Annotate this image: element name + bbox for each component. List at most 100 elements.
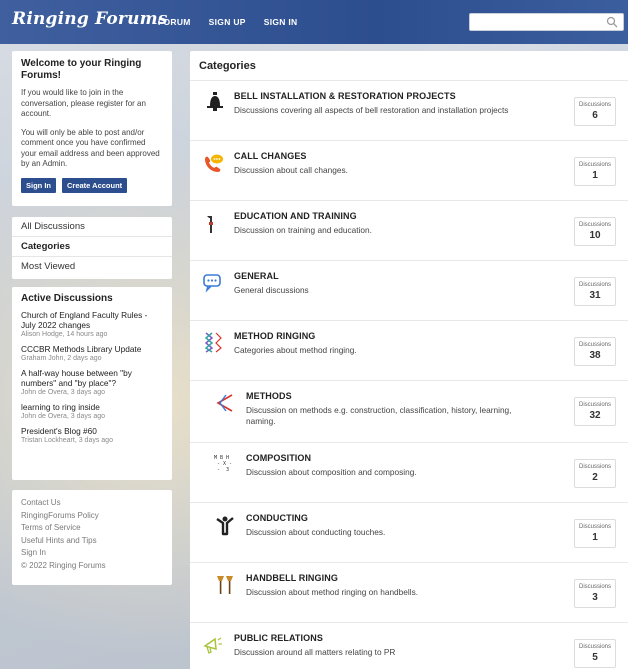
sign-in-button[interactable]: Sign In bbox=[21, 177, 56, 193]
category-row[interactable]: GENERAL General discussions Discussions … bbox=[190, 260, 628, 320]
copyright-text: © 2022 Ringing Forums bbox=[21, 560, 106, 570]
discussion-link[interactable]: President's Blog #60 bbox=[21, 426, 163, 436]
handbell-icon bbox=[217, 576, 233, 594]
category-row[interactable]: METHOD RINGING Categories about method r… bbox=[190, 320, 628, 380]
discussion-count-badge: Discussions 32 bbox=[574, 397, 616, 426]
discussion-count-label: Discussions bbox=[578, 644, 611, 650]
nav-sign-up[interactable]: SIGN UP bbox=[209, 17, 246, 27]
search-icon[interactable] bbox=[606, 16, 618, 28]
site-logo[interactable]: Ringing Forums bbox=[12, 9, 168, 29]
category-description: Discussion about call changes. bbox=[234, 165, 348, 175]
category-title[interactable]: BELL INSTALLATION & RESTORATION PROJECTS bbox=[234, 91, 456, 101]
category-description: General discussions bbox=[234, 285, 309, 295]
category-row[interactable]: CALL CHANGES Discussion about call chang… bbox=[190, 140, 628, 200]
sidebar-item-all-discussions[interactable]: All Discussions bbox=[12, 217, 172, 237]
welcome-text-approval: You will only be able to post and/or com… bbox=[21, 127, 160, 169]
sidebar-nav: All Discussions Categories Most Viewed bbox=[12, 217, 172, 279]
nav-sign-in[interactable]: SIGN IN bbox=[264, 17, 298, 27]
discussion-count-badge: Discussions 3 bbox=[574, 579, 616, 608]
footer-link-sign-in[interactable]: Sign In bbox=[21, 547, 163, 560]
discussion-link[interactable]: A half-way house between "by numbers" an… bbox=[21, 368, 163, 388]
category-row[interactable]: EDUCATION AND TRAINING Discussion on tra… bbox=[190, 200, 628, 260]
category-row[interactable]: HANDBELL RINGING Discussion about method… bbox=[190, 562, 628, 622]
discussion-count-label: Discussions bbox=[578, 342, 611, 348]
category-description: Categories about method ringing. bbox=[234, 345, 357, 355]
footer-links-panel: Contact Us RingingForums Policy Terms of… bbox=[12, 490, 172, 585]
category-description: Discussion around all matters relating t… bbox=[234, 647, 396, 657]
discussion-count: 1 bbox=[592, 532, 598, 543]
discussion-count-label: Discussions bbox=[578, 464, 611, 470]
discussion-link[interactable]: Church of England Faculty Rules - July 2… bbox=[21, 310, 163, 330]
discussion-count: 10 bbox=[589, 230, 601, 241]
method-lines-icon bbox=[204, 332, 222, 353]
category-title[interactable]: EDUCATION AND TRAINING bbox=[234, 211, 357, 221]
active-discussions-panel: Active Discussions Church of England Fac… bbox=[12, 287, 172, 480]
discussion-count-badge: Discussions 10 bbox=[574, 217, 616, 246]
discussion-count-label: Discussions bbox=[578, 402, 611, 408]
list-item: Church of England Faculty Rules - July 2… bbox=[21, 310, 163, 339]
discussion-count-badge: Discussions 1 bbox=[574, 157, 616, 186]
category-description: Discussion about composition and composi… bbox=[246, 467, 417, 477]
active-discussions-title: Active Discussions bbox=[21, 293, 113, 304]
category-title[interactable]: GENERAL bbox=[234, 271, 279, 281]
category-row[interactable]: M B H - X - - 3 COMPOSITION Discussion a… bbox=[190, 442, 628, 502]
discussion-count-label: Discussions bbox=[578, 282, 611, 288]
sidebar-item-most-viewed[interactable]: Most Viewed bbox=[12, 257, 172, 277]
welcome-text-register: If you would like to join in the convers… bbox=[21, 88, 146, 118]
discussion-count: 2 bbox=[592, 472, 598, 483]
category-title[interactable]: CALL CHANGES bbox=[234, 151, 307, 161]
list-item: learning to ring inside John de Overa, 3… bbox=[21, 402, 163, 421]
discussion-count-badge: Discussions 6 bbox=[574, 97, 616, 126]
page-title: Categories bbox=[199, 60, 256, 72]
footer-link-policy[interactable]: RingingForums Policy bbox=[21, 510, 163, 523]
megaphone-icon bbox=[203, 637, 222, 654]
category-title[interactable]: PUBLIC RELATIONS bbox=[234, 633, 323, 643]
category-description: Discussion about conducting touches. bbox=[246, 527, 386, 537]
discussion-link[interactable]: learning to ring inside bbox=[21, 402, 163, 412]
create-account-button[interactable]: Create Account bbox=[62, 177, 128, 193]
discussion-link[interactable]: CCCBR Methods Library Update bbox=[21, 344, 163, 354]
discussion-count: 5 bbox=[592, 652, 598, 663]
footer-link-contact-us[interactable]: Contact Us bbox=[21, 497, 163, 510]
discussion-count-label: Discussions bbox=[578, 162, 611, 168]
discussion-meta: John de Overa, 3 days ago bbox=[21, 413, 106, 420]
methods-icon bbox=[216, 394, 233, 412]
welcome-buttons: Sign In Create Account bbox=[21, 177, 163, 193]
welcome-title: Welcome to your Ringing Forums! bbox=[21, 58, 142, 81]
category-row[interactable]: CONDUCTING Discussion about conducting t… bbox=[190, 502, 628, 562]
category-row[interactable]: PUBLIC RELATIONS Discussion around all m… bbox=[190, 622, 628, 669]
category-row[interactable]: METHODS Discussion on methods e.g. const… bbox=[190, 380, 628, 442]
discussion-count: 1 bbox=[592, 170, 598, 181]
footer-link-hints[interactable]: Useful Hints and Tips bbox=[21, 535, 163, 548]
category-title[interactable]: COMPOSITION bbox=[246, 453, 311, 463]
discussion-count: 6 bbox=[592, 110, 598, 121]
category-title[interactable]: HANDBELL RINGING bbox=[246, 573, 338, 583]
phone-icon bbox=[205, 154, 223, 172]
category-description: Discussion about method ringing on handb… bbox=[246, 587, 419, 597]
category-description: Discussions covering all aspects of bell… bbox=[234, 105, 509, 115]
category-title[interactable]: METHODS bbox=[246, 391, 292, 401]
discussion-count: 31 bbox=[589, 290, 601, 301]
discussion-meta: John de Overa, 3 days ago bbox=[21, 389, 106, 396]
category-title[interactable]: METHOD RINGING bbox=[234, 331, 315, 341]
footer-link-terms[interactable]: Terms of Service bbox=[21, 522, 163, 535]
discussion-count-badge: Discussions 5 bbox=[574, 639, 616, 668]
discussion-count-badge: Discussions 38 bbox=[574, 337, 616, 366]
search-input[interactable] bbox=[470, 14, 600, 30]
discussion-count: 3 bbox=[592, 592, 598, 603]
rope-icon bbox=[207, 216, 213, 233]
discussion-count: 38 bbox=[589, 350, 601, 361]
composition-icon: M B H - X - - 3 bbox=[214, 455, 233, 473]
chat-icon bbox=[203, 274, 221, 293]
list-item: CCCBR Methods Library Update Graham John… bbox=[21, 344, 163, 363]
sidebar-item-categories[interactable]: Categories bbox=[12, 237, 172, 257]
search-box bbox=[469, 13, 624, 31]
bell-icon bbox=[207, 92, 223, 111]
discussion-count-label: Discussions bbox=[578, 102, 611, 108]
discussion-count-badge: Discussions 31 bbox=[574, 277, 616, 306]
nav-forum[interactable]: FORUM bbox=[158, 17, 191, 27]
discussion-count-badge: Discussions 1 bbox=[574, 519, 616, 548]
main-nav: FORUM SIGN UP SIGN IN bbox=[158, 17, 297, 27]
category-row[interactable]: BELL INSTALLATION & RESTORATION PROJECTS… bbox=[190, 80, 628, 140]
category-title[interactable]: CONDUCTING bbox=[246, 513, 308, 523]
